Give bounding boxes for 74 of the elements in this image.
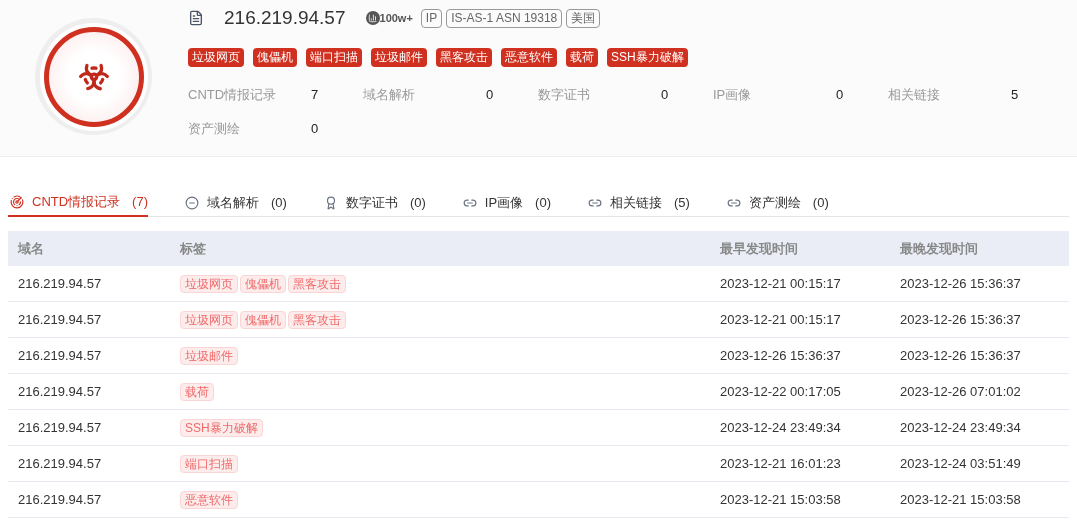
- tag-chip: 傀儡机: [240, 310, 286, 329]
- tag-chip: 垃圾邮件: [180, 346, 238, 365]
- info-badge: IP: [420, 8, 443, 28]
- stat-value: 0: [311, 119, 319, 138]
- stat-value: 0: [486, 86, 494, 104]
- stat-label: 相关链接: [888, 86, 941, 104]
- table-cell-text: 2023-12-21 00:15:17: [719, 310, 842, 329]
- tag-chip: 恶意软件: [180, 490, 238, 509]
- table-cell-text: 216.219.94.57: [17, 346, 103, 365]
- link-icon: [462, 196, 477, 210]
- table-cell-text: 2023-12-24 23:49:34: [719, 418, 842, 437]
- info-badge: IS-AS-1 ASN 19318: [446, 8, 563, 28]
- table-cell-text: 2023-12-26 07:01:02: [899, 382, 1021, 401]
- column-header: 最晚发现时间: [899, 239, 978, 258]
- ip-address: 216.219.94.57: [224, 5, 346, 30]
- info-badge: 美国: [566, 8, 601, 28]
- table-cell-text: 2023-12-24 03:51:49: [899, 454, 1021, 473]
- table-cell-text: 2023-12-24 23:49:34: [899, 418, 1021, 437]
- tab[interactable]: 相关链接 (5): [585, 189, 690, 217]
- table-cell-text: 216.219.94.57: [17, 274, 103, 293]
- table-cell-text: 2023-12-21 15:03:58: [719, 490, 842, 509]
- link-icon: [587, 196, 602, 210]
- threat-tag: 垃圾网页: [188, 48, 244, 67]
- stat-label: 域名解析: [363, 86, 416, 104]
- tag-chip: 傀儡机: [240, 274, 286, 293]
- table-cell-text: 216.219.94.57: [17, 454, 103, 473]
- link-icon: [726, 196, 741, 210]
- stat-value: 0: [836, 86, 844, 104]
- tab[interactable]: IP画像 (0): [460, 189, 551, 217]
- stat-label: 数字证书: [538, 86, 591, 104]
- stat-value: 7: [311, 86, 319, 104]
- table-cell-text: 216.219.94.57: [17, 418, 103, 437]
- column-header: 标签: [179, 239, 207, 258]
- table-cell-text: 2023-12-21 15:03:58: [899, 490, 1021, 509]
- table-cell-text: 2023-12-26 15:36:37: [719, 346, 842, 365]
- threat-tag: 黑客攻击: [436, 48, 492, 67]
- stat-value: 5: [1011, 86, 1019, 104]
- table-cell-text: 216.219.94.57: [17, 490, 103, 509]
- column-header: 域名: [16, 239, 45, 258]
- bar-chart-icon: [365, 11, 380, 25]
- table-cell-text: 2023-12-21 00:15:17: [719, 274, 842, 293]
- tag-chip: 端口扫描: [180, 454, 238, 473]
- tab[interactable]: 域名解析 (0): [183, 189, 287, 217]
- stat-value: 0: [661, 86, 669, 104]
- tag-chip: 载荷: [180, 382, 214, 401]
- tag-chip: 黑客攻击: [288, 274, 346, 293]
- table-cell-text: 216.219.94.57: [17, 310, 103, 329]
- table-cell-text: 2023-12-21 16:01:23: [719, 454, 842, 473]
- stat-label: CNTD情报记录: [188, 86, 278, 104]
- stat-label: 资产测绘: [188, 119, 241, 138]
- table-cell-text: 2023-12-26 15:36:37: [899, 310, 1021, 329]
- threat-tag: 垃圾邮件: [371, 48, 427, 67]
- tab[interactable]: 数字证书 (0): [321, 189, 426, 217]
- document-icon: [188, 10, 204, 26]
- tag-chip: SSH暴力破解: [180, 418, 263, 437]
- tag-chip: 黑客攻击: [288, 310, 346, 329]
- table-cell-text: 2023-12-22 00:17:05: [719, 382, 842, 401]
- tab[interactable]: 资产测绘 (0): [724, 189, 829, 217]
- threat-tag: 端口扫描: [306, 48, 362, 67]
- stat-label: IP画像: [713, 86, 753, 104]
- threat-tag: 恶意软件: [501, 48, 557, 67]
- tab[interactable]: CNTD情报记录 (7): [8, 189, 148, 217]
- minus-circle-icon: [185, 196, 199, 210]
- tag-chip: 垃圾网页: [180, 274, 238, 293]
- table-cell-text: 216.219.94.57: [17, 382, 103, 401]
- table-cell-text: 2023-12-26 15:36:37: [899, 346, 1021, 365]
- table-cell-text: 2023-12-26 15:36:37: [899, 274, 1021, 293]
- column-header: 最早发现时间: [719, 239, 799, 258]
- threat-tag: 载荷: [566, 48, 598, 67]
- popularity-count: 100w+: [379, 10, 413, 26]
- radar-icon: [10, 195, 24, 209]
- threat-tag: SSH暴力破解: [607, 48, 688, 67]
- threat-tag: 傀儡机: [253, 48, 297, 67]
- tag-chip: 垃圾网页: [180, 310, 238, 329]
